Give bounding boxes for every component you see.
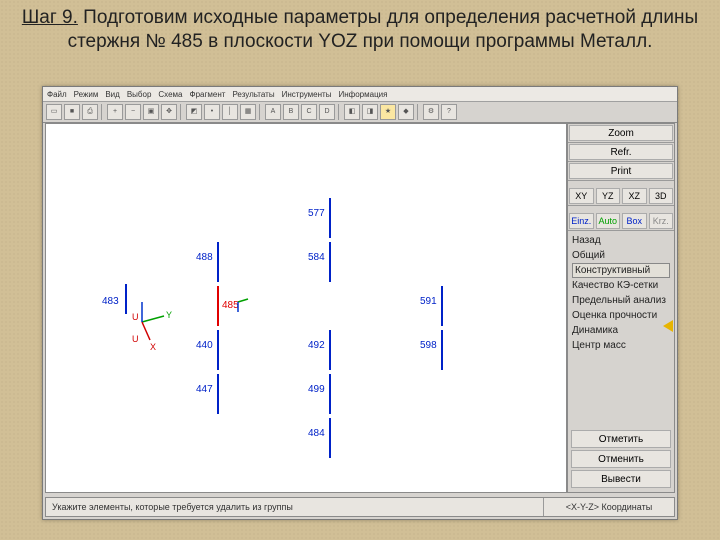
tool-h-icon[interactable]: ◆: [398, 104, 414, 120]
menu-info[interactable]: Информация: [338, 90, 387, 99]
svg-text:447: 447: [196, 384, 213, 395]
tool-d-icon[interactable]: D: [319, 104, 335, 120]
unmark-button[interactable]: Отменить: [571, 450, 671, 468]
refresh-button[interactable]: Refr.: [569, 144, 673, 160]
svg-text:Y: Y: [166, 310, 172, 320]
model-canvas: 483 488 485 440 447 577 584 492 499: [46, 124, 566, 492]
tool-print-icon[interactable]: ⎙: [82, 104, 98, 120]
menu-select[interactable]: Выбор: [127, 90, 152, 99]
tool-e-icon[interactable]: ◧: [344, 104, 360, 120]
tool-save-icon[interactable]: ■: [64, 104, 80, 120]
menu-bar: Файл Режим Вид Выбор Схема Фрагмент Резу…: [43, 87, 677, 102]
tool-c-icon[interactable]: C: [301, 104, 317, 120]
menu-scheme[interactable]: Схема: [158, 90, 182, 99]
tool-zoomin-icon[interactable]: +: [107, 104, 123, 120]
menu-view[interactable]: Вид: [105, 90, 119, 99]
toolbar: ▭ ■ ⎙ + − ▣ ✥ ◩ • │ ▦ A B C D ◧ ◨ ★ ◆ ⚙ …: [43, 102, 677, 123]
tool-node-icon[interactable]: •: [204, 104, 220, 120]
svg-text:499: 499: [308, 384, 325, 395]
highlight-arrow-icon: [663, 320, 673, 332]
status-message: Укажите элементы, которые требуется удал…: [46, 502, 543, 512]
tool-g-icon[interactable]: ★: [380, 104, 396, 120]
svg-text:U: U: [132, 312, 139, 322]
tool-fit-icon[interactable]: ▣: [143, 104, 159, 120]
svg-text:591: 591: [420, 296, 437, 307]
svg-text:X: X: [150, 342, 156, 352]
list-strength[interactable]: Оценка прочности: [572, 308, 670, 323]
status-coords: <X-Y-Z> Координаты: [543, 498, 674, 516]
svg-text:584: 584: [308, 252, 325, 263]
svg-text:483: 483: [102, 296, 119, 307]
export-button[interactable]: Вывести: [571, 470, 671, 488]
mark-button[interactable]: Отметить: [571, 430, 671, 448]
list-back[interactable]: Назад: [572, 233, 670, 248]
model-viewport[interactable]: 483 488 485 440 447 577 584 492 499: [45, 123, 567, 493]
list-general[interactable]: Общий: [572, 248, 670, 263]
svg-text:492: 492: [308, 340, 325, 351]
list-mesh[interactable]: Качество КЭ-сетки: [572, 278, 670, 293]
tool-pan-icon[interactable]: ✥: [161, 104, 177, 120]
tool-select-icon[interactable]: ◩: [186, 104, 202, 120]
step-text: Подготовим исходные параметры для опреде…: [68, 7, 699, 52]
analysis-list: Назад Общий Конструктивный Качество КЭ-с…: [568, 231, 674, 355]
app-window: Файл Режим Вид Выбор Схема Фрагмент Резу…: [42, 86, 678, 520]
tool-b-icon[interactable]: B: [283, 104, 299, 120]
view-xy-button[interactable]: XY: [569, 188, 594, 204]
list-constructive[interactable]: Конструктивный: [572, 263, 670, 278]
svg-text:484: 484: [308, 428, 325, 439]
tool-open-icon[interactable]: ▭: [46, 104, 62, 120]
mode-auto-button[interactable]: Auto: [596, 213, 621, 229]
menu-mode[interactable]: Режим: [74, 90, 99, 99]
list-limit[interactable]: Предельный анализ: [572, 293, 670, 308]
tool-zoomout-icon[interactable]: −: [125, 104, 141, 120]
print-button[interactable]: Print: [569, 163, 673, 179]
tool-a-icon[interactable]: A: [265, 104, 281, 120]
view-yz-button[interactable]: YZ: [596, 188, 621, 204]
svg-text:598: 598: [420, 340, 437, 351]
svg-text:485: 485: [222, 300, 239, 311]
tool-i-icon[interactable]: ⚙: [423, 104, 439, 120]
view-3d-button[interactable]: 3D: [649, 188, 674, 204]
mode-box-button[interactable]: Box: [622, 213, 647, 229]
side-panel: Zoom Refr. Print XY YZ XZ 3D Einz. Auto …: [567, 123, 675, 493]
svg-text:U: U: [132, 334, 139, 344]
view-xz-button[interactable]: XZ: [622, 188, 647, 204]
tool-element-icon[interactable]: │: [222, 104, 238, 120]
menu-tools[interactable]: Инструменты: [282, 90, 332, 99]
mode-krz-button[interactable]: Krz.: [649, 213, 674, 229]
svg-text:440: 440: [196, 340, 213, 351]
slide-title: Шаг 9. Подготовим исходные параметры для…: [0, 0, 720, 56]
menu-file[interactable]: Файл: [47, 90, 67, 99]
tool-j-icon[interactable]: ?: [441, 104, 457, 120]
zoom-button[interactable]: Zoom: [569, 125, 673, 141]
menu-results[interactable]: Результаты: [232, 90, 274, 99]
svg-text:577: 577: [308, 208, 325, 219]
list-dynamics[interactable]: Динамика: [572, 323, 670, 338]
status-bar: Укажите элементы, которые требуется удал…: [45, 497, 675, 517]
list-masscenter[interactable]: Центр масс: [572, 338, 670, 353]
tool-f-icon[interactable]: ◨: [362, 104, 378, 120]
step-number: Шаг 9.: [22, 7, 78, 28]
menu-fragment[interactable]: Фрагмент: [190, 90, 226, 99]
mode-einz-button[interactable]: Einz.: [569, 213, 594, 229]
tool-group-icon[interactable]: ▦: [240, 104, 256, 120]
svg-text:488: 488: [196, 252, 213, 263]
